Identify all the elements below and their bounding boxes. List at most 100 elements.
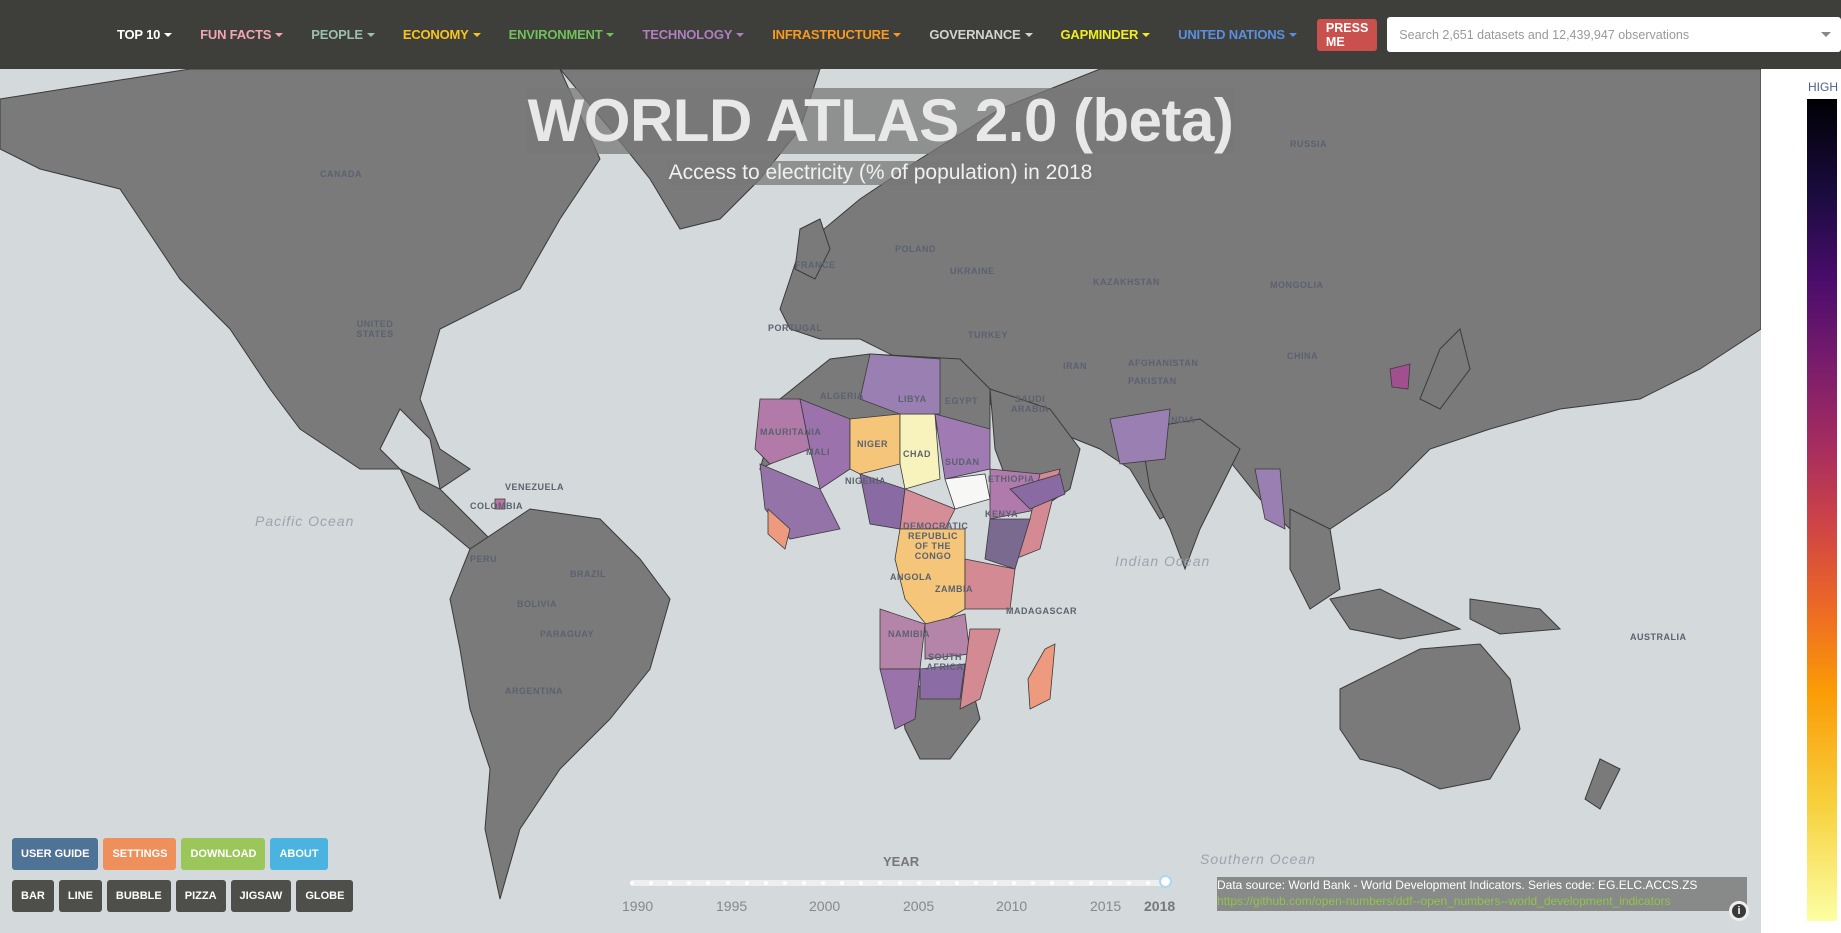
pizza-view-button[interactable]: PIZZA: [175, 880, 226, 912]
choropleth-map[interactable]: Pacific Ocean Indian Ocean Southern Ocea…: [0, 69, 1761, 933]
country-label: PORTUGAL: [768, 323, 823, 333]
nav-fun-facts-label: FUN FACTS: [200, 27, 272, 42]
ocean-label-pacific: Pacific Ocean: [255, 513, 355, 529]
year-tick-label: 2000: [809, 898, 841, 914]
country-label: MALI: [806, 447, 830, 457]
year-step-dot[interactable]: [878, 881, 883, 885]
year-step-dot[interactable]: [859, 881, 864, 885]
country-label: SOUTH AFRICA: [926, 652, 964, 672]
country-label: BRAZIL: [570, 569, 606, 579]
madagascar-shape: [1027, 643, 1056, 710]
map-canvas[interactable]: [0, 69, 1761, 933]
country-label: VENEZUELA: [505, 482, 565, 492]
nav-gapminder[interactable]: GAPMINDER: [1061, 27, 1151, 42]
country-label: DEMOCRATIC REPUBLIC OF THE CONGO: [903, 521, 969, 561]
user-guide-button[interactable]: USER GUIDE: [12, 838, 99, 870]
south-america-shape: [449, 508, 671, 900]
year-step-dot[interactable]: [763, 881, 768, 885]
country-label: IRAN: [1063, 361, 1087, 371]
year-slider-handle[interactable]: [1159, 875, 1172, 888]
north-america-shape: [0, 69, 601, 490]
year-step-dot[interactable]: [1031, 881, 1036, 885]
nav-infrastructure-label: INFRASTRUCTURE: [772, 27, 890, 42]
press-me-button[interactable]: PRESS ME: [1316, 18, 1378, 51]
indicator-subtitle: Access to electricity (% of population) …: [666, 161, 1095, 185]
year-step-dot[interactable]: [782, 881, 787, 885]
globe-view-button[interactable]: GLOBE: [296, 880, 354, 912]
year-step-dot[interactable]: [897, 881, 902, 885]
year-tick-label-selected: 2018: [1144, 898, 1176, 914]
country-label: SAUDI ARABIA: [1011, 394, 1049, 414]
nav-fun-facts[interactable]: FUN FACTS: [200, 27, 284, 42]
year-step-dot[interactable]: [801, 881, 806, 885]
caret-down-icon: [472, 32, 481, 37]
nav-governance[interactable]: GOVERNANCE: [929, 27, 1033, 42]
line-view-button[interactable]: LINE: [58, 880, 102, 912]
nav-environment[interactable]: ENVIRONMENT: [509, 27, 615, 42]
data-source-link[interactable]: https://github.com/open-numbers/ddf--ope…: [1217, 894, 1671, 908]
year-step-dot[interactable]: [1069, 881, 1074, 885]
year-step-dot[interactable]: [744, 881, 749, 885]
year-step-dot[interactable]: [1145, 881, 1150, 885]
year-step-dot[interactable]: [993, 881, 998, 885]
png-shape: [1469, 598, 1562, 635]
data-source-box: Data source: World Bank - World Developm…: [1217, 877, 1747, 911]
year-step-dot[interactable]: [1107, 881, 1112, 885]
year-step-dot[interactable]: [1126, 881, 1131, 885]
year-step-dot[interactable]: [954, 881, 959, 885]
year-step-dot[interactable]: [1050, 881, 1055, 885]
search-input[interactable]: [1397, 26, 1822, 43]
settings-button[interactable]: SETTINGS: [103, 838, 177, 870]
year-step-dot[interactable]: [821, 881, 826, 885]
bubble-view-button[interactable]: BUBBLE: [106, 880, 171, 912]
country-label: LIBYA: [898, 394, 927, 404]
year-step-dot[interactable]: [1012, 881, 1017, 885]
nav-united-nations-label: UNITED NATIONS: [1178, 27, 1285, 42]
caret-down-icon: [736, 32, 745, 37]
country-label: POLAND: [895, 244, 936, 254]
year-step-dot[interactable]: [630, 881, 634, 885]
jigsaw-view-button[interactable]: JIGSAW: [230, 880, 292, 912]
year-step-dot[interactable]: [973, 881, 978, 885]
new-zealand-shape: [1584, 758, 1621, 810]
caret-down-icon: [1024, 32, 1033, 37]
year-step-dot[interactable]: [668, 881, 673, 885]
legend-color-scale: [1807, 99, 1837, 921]
year-step-dot[interactable]: [687, 881, 692, 885]
info-icon[interactable]: i: [1729, 901, 1749, 921]
nav-people-label: PEOPLE: [311, 27, 363, 42]
year-step-dot[interactable]: [916, 881, 921, 885]
nav-economy-label: ECONOMY: [402, 27, 469, 42]
ocean-label-southern: Southern Ocean: [1200, 851, 1316, 867]
chevron-down-icon[interactable]: [1821, 32, 1832, 37]
year-step-dot[interactable]: [649, 881, 654, 885]
about-button[interactable]: ABOUT: [270, 838, 328, 870]
year-step-dot[interactable]: [840, 881, 845, 885]
year-step-dot[interactable]: [725, 881, 730, 885]
caret-down-icon: [1288, 32, 1297, 37]
year-step-dot[interactable]: [935, 881, 940, 885]
year-step-dot[interactable]: [1088, 881, 1093, 885]
caret-down-icon: [1142, 32, 1151, 37]
year-tick-label: 2010: [996, 898, 1028, 914]
nav-economy[interactable]: ECONOMY: [403, 27, 481, 42]
legend-high-label: HIGH: [1808, 80, 1838, 94]
country-label: SUDAN: [945, 457, 980, 467]
nav-technology[interactable]: TECHNOLOGY: [642, 27, 745, 42]
country-label: CHAD: [903, 449, 931, 459]
country-label: PERU: [470, 554, 498, 564]
download-button[interactable]: DOWNLOAD: [181, 838, 266, 870]
year-slider-track[interactable]: [630, 880, 1169, 886]
country-label: MADAGASCAR: [1006, 606, 1077, 616]
country-label: MONGOLIA: [1270, 280, 1324, 290]
nav-top10[interactable]: TOP 10: [117, 27, 173, 42]
nav-infrastructure[interactable]: INFRASTRUCTURE: [772, 27, 902, 42]
bar-view-button[interactable]: BAR: [12, 880, 54, 912]
country-label: BOLIVIA: [517, 599, 558, 609]
nav-united-nations[interactable]: UNITED NATIONS: [1178, 27, 1297, 42]
dataset-search[interactable]: [1387, 17, 1841, 52]
nav-top10-label: TOP 10: [117, 27, 161, 42]
nav-people[interactable]: PEOPLE: [311, 27, 375, 42]
year-step-dot[interactable]: [706, 881, 711, 885]
country-label: FRANCE: [795, 260, 836, 270]
